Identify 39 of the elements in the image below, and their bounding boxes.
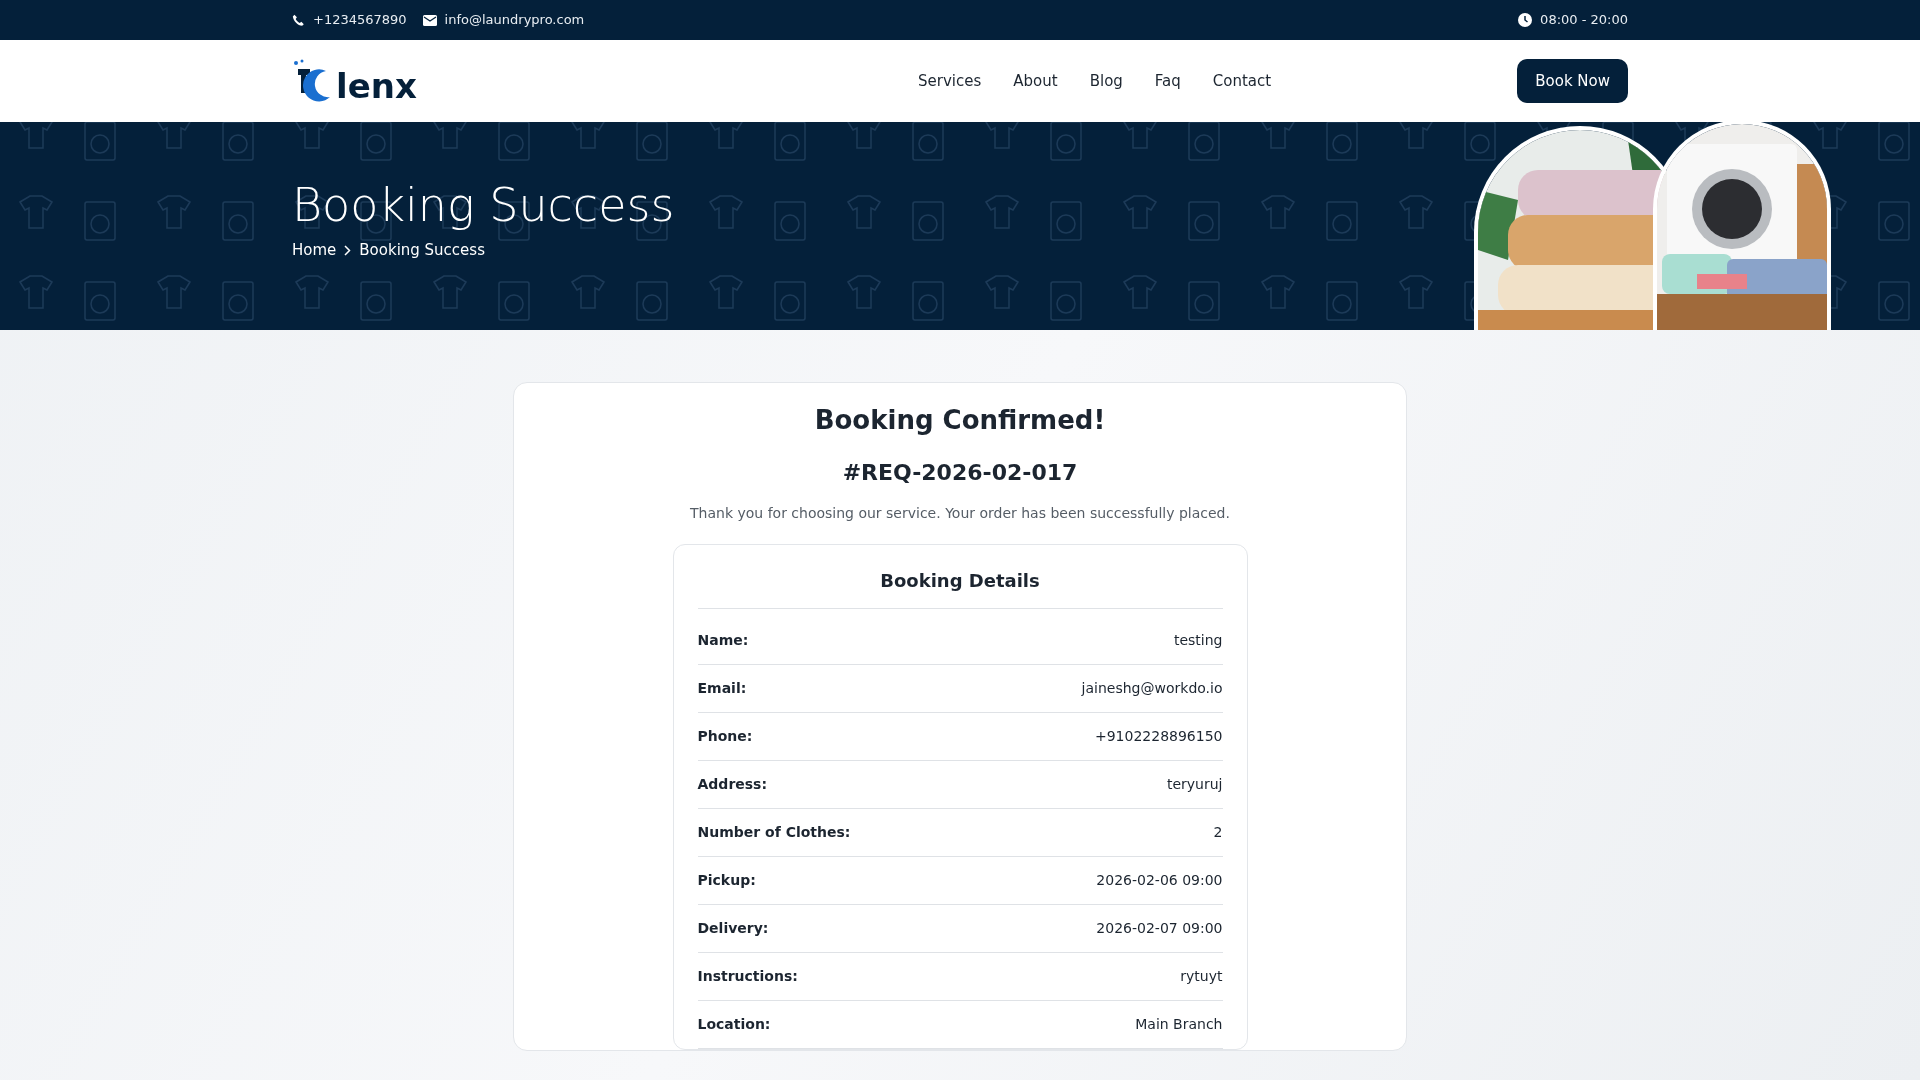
detail-value: teryuruj: [1166, 775, 1223, 795]
detail-value: 2: [1213, 823, 1223, 843]
phone-icon: [292, 13, 305, 27]
nav-link[interactable]: Contact: [1196, 69, 1288, 93]
detail-value: Main Branch: [1135, 1015, 1223, 1035]
nav-link[interactable]: Services: [902, 69, 998, 93]
confirmation-message: Thank you for choosing our service. Your order has been successfully placed.: [689, 504, 1231, 524]
detail-value: 2026-02-06 09:00: [1096, 871, 1223, 891]
detail-label: Number of Clothes:: [697, 823, 851, 843]
chevron-icon: [344, 244, 352, 256]
email-address: info@laundrypro.com: [444, 11, 585, 30]
logo[interactable]: lenx: [292, 59, 712, 103]
detail-value: 2026-02-07 09:00: [1096, 919, 1223, 939]
envelope-icon: [422, 14, 437, 26]
detail-value: rytuyt: [1180, 967, 1223, 987]
page-title: Booking Success: [292, 178, 676, 234]
nav-link[interactable]: Faq: [1138, 69, 1197, 93]
opening-hours: 08:00 - 20:00: [1540, 11, 1628, 30]
details-title: Booking Details: [697, 567, 1223, 610]
book-now-button[interactable]: Book Now: [1517, 58, 1628, 104]
breadcrumb-current: Booking Success: [359, 240, 485, 262]
confirmation-heading: Booking Confirmed!: [813, 405, 1107, 437]
phone-number: +1234567890: [313, 11, 407, 30]
detail-label: Location:: [697, 1015, 771, 1035]
detail-label: Instructions:: [697, 967, 798, 987]
detail-value: jaineshg@workdo.io: [1081, 679, 1223, 699]
detail-label: Email:: [697, 679, 747, 699]
booking-reference: #REQ-2026-02-017: [841, 459, 1079, 488]
detail-value: +9102228896150: [1094, 727, 1223, 747]
detail-label: Pickup:: [697, 871, 756, 891]
nav-link[interactable]: About: [997, 69, 1074, 93]
detail-label: Delivery:: [697, 919, 769, 939]
nav-link[interactable]: Blog: [1073, 69, 1139, 93]
breadcrumb-link[interactable]: Home: [292, 239, 337, 262]
clock-icon: [1518, 13, 1533, 27]
detail-label: Phone:: [697, 727, 753, 747]
detail-label: Address:: [697, 775, 768, 795]
detail-label: Name:: [697, 631, 749, 651]
detail-value: testing: [1173, 631, 1223, 651]
